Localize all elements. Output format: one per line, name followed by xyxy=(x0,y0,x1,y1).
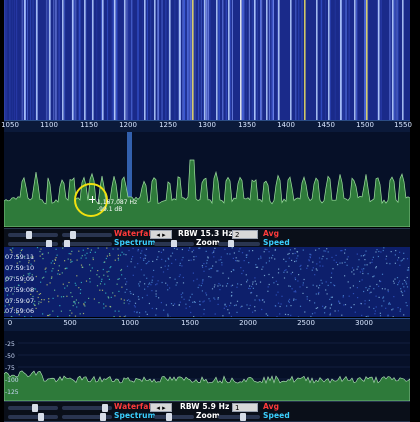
speed-label: Speed xyxy=(263,238,290,247)
bottom-axis-tick: 1000 xyxy=(121,319,139,327)
top-axis-tick: 1450 xyxy=(317,121,335,129)
avg-select[interactable]: 1 xyxy=(232,403,258,412)
avg-label: Avg xyxy=(263,229,279,238)
top-axis-tick: 1200 xyxy=(119,121,137,129)
top-waterfall[interactable] xyxy=(4,0,410,120)
y-label: -100 xyxy=(5,377,19,384)
top-axis-tick: 1550 xyxy=(394,121,412,129)
bottom-spectrum-canvas xyxy=(4,331,410,401)
waterfall-label: Waterfall xyxy=(114,229,154,238)
top-axis-tick: 1050 xyxy=(1,121,19,129)
waterfall-max-slider[interactable] xyxy=(62,406,112,410)
spectrum-min-slider[interactable] xyxy=(8,242,58,246)
speed-slider[interactable] xyxy=(218,242,260,246)
control-toolbar-bottom: Waterfall ◂ ▸ RBW 5.9 Hz 1 Avg Spectrum … xyxy=(4,401,410,422)
top-spectrum-canvas xyxy=(4,132,410,227)
bottom-waterfall-canvas xyxy=(4,247,410,317)
zoom-slider[interactable] xyxy=(154,242,194,246)
crosshair-v xyxy=(92,196,93,203)
top-spectrum[interactable] xyxy=(4,132,410,227)
spectrum-label: Spectrum xyxy=(114,238,156,247)
spectrum-max-slider[interactable] xyxy=(62,242,112,246)
waterfall-min-slider[interactable] xyxy=(8,406,58,410)
waterfall-label: Waterfall xyxy=(114,402,154,411)
bottom-axis-tick: 3000 xyxy=(355,319,373,327)
spectrum-label: Spectrum xyxy=(114,411,156,420)
timestamp: 07:59:08 xyxy=(5,286,34,294)
cursor-level: -99.1 dB xyxy=(97,207,137,214)
bottom-axis-tick: 1500 xyxy=(181,319,199,327)
spectrum-max-slider[interactable] xyxy=(62,415,112,419)
zoom-label: Zoom xyxy=(196,411,220,420)
timestamp: 07:59:07 xyxy=(5,297,34,305)
y-label: -75 xyxy=(5,365,15,372)
top-axis-tick: 1100 xyxy=(40,121,58,129)
y-label: -50 xyxy=(5,353,15,360)
bottom-frequency-axis: 0 500 1000 1500 2000 2500 3000 xyxy=(4,318,410,332)
bottom-waterfall[interactable]: 07:59:11 07:59:10 07:59:09 07:59:08 07:5… xyxy=(4,247,410,317)
top-axis-tick: 1150 xyxy=(80,121,98,129)
spectrum-min-slider[interactable] xyxy=(8,415,58,419)
rbw-label: RBW 15.3 Hz xyxy=(178,229,233,238)
top-axis-tick: 1400 xyxy=(277,121,295,129)
waterfall-timestamps: 07:59:11 07:59:10 07:59:09 07:59:08 07:5… xyxy=(4,247,40,317)
top-axis-tick: 1250 xyxy=(159,121,177,129)
bottom-axis-tick: 0 xyxy=(8,319,12,327)
top-waterfall-canvas xyxy=(4,0,410,120)
rbw-label: RBW 5.9 Hz xyxy=(180,402,230,411)
bottom-axis-tick: 2500 xyxy=(297,319,315,327)
bottom-axis-tick: 2000 xyxy=(239,319,257,327)
top-axis-tick: 1300 xyxy=(198,121,216,129)
top-axis-tick: 1350 xyxy=(238,121,256,129)
waterfall-max-slider[interactable] xyxy=(62,233,112,237)
speed-label: Speed xyxy=(263,411,290,420)
speed-slider[interactable] xyxy=(218,415,260,419)
avg-select[interactable]: 2 xyxy=(232,230,258,239)
y-label: -125 xyxy=(5,389,19,396)
timestamp: 07:59:09 xyxy=(5,275,34,283)
zoom-label: Zoom xyxy=(196,238,220,247)
y-label: -25 xyxy=(5,341,15,348)
bottom-axis-tick: 500 xyxy=(63,319,76,327)
top-axis-tick: 1500 xyxy=(356,121,374,129)
bottom-spectrum[interactable]: -25 -50 -75 -100 -125 xyxy=(4,331,410,401)
timestamp: 07:59:06 xyxy=(5,307,34,315)
timestamp: 07:59:11 xyxy=(5,253,34,261)
zoom-slider[interactable] xyxy=(154,415,194,419)
cursor-readout: 1,167,087 Hz -99.1 dB xyxy=(97,200,137,213)
avg-label: Avg xyxy=(263,402,279,411)
timestamp: 07:59:10 xyxy=(5,264,34,272)
waterfall-min-slider[interactable] xyxy=(8,233,58,237)
